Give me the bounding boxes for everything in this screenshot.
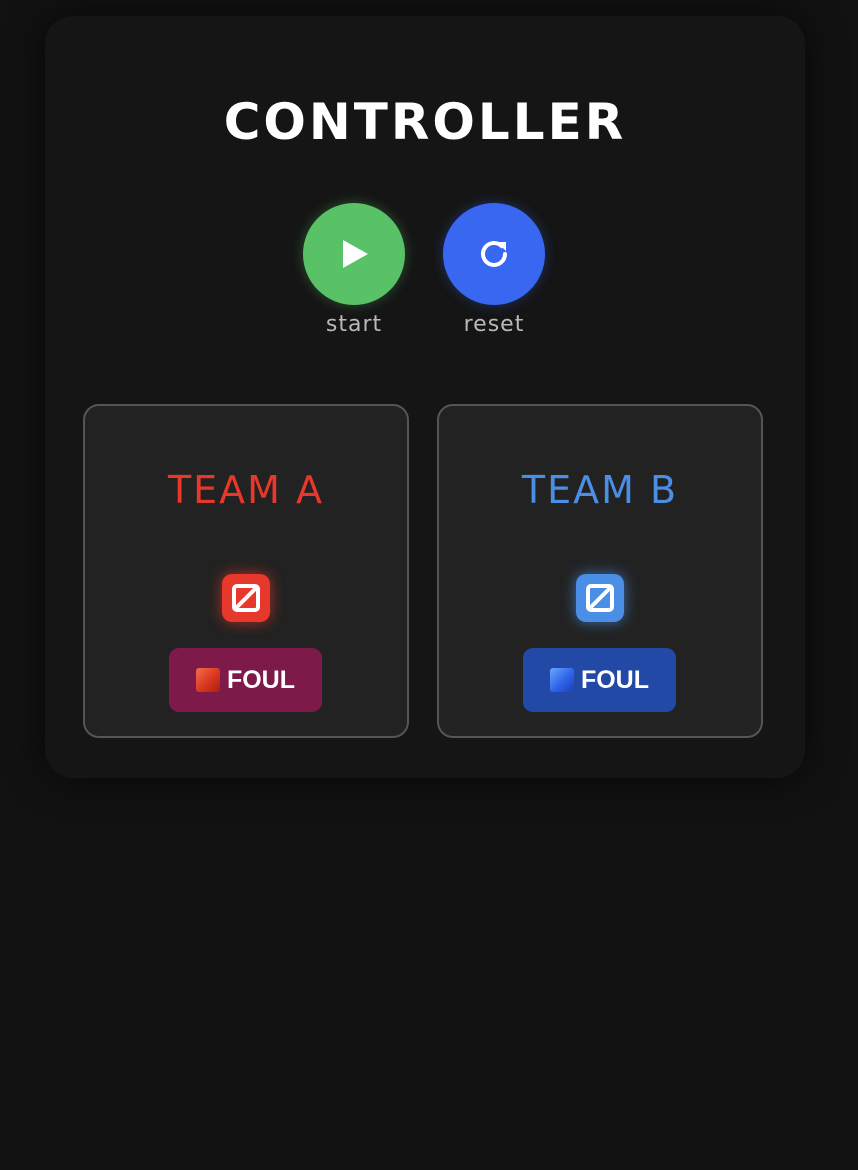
start-button[interactable] <box>303 203 405 305</box>
team-a-name: TEAM A <box>167 468 325 512</box>
start-label: start <box>325 312 383 337</box>
refresh-icon <box>481 240 507 267</box>
team-b-foul-button[interactable]: FOUL <box>523 648 676 712</box>
reset-label: reset <box>463 312 525 337</box>
team-a-foul-button[interactable]: FOUL <box>169 648 322 712</box>
team-a-foul-label: FOUL <box>226 666 296 694</box>
team-b-score-badge: 0 <box>576 574 624 622</box>
reset-control: reset <box>443 203 545 339</box>
red-square-icon <box>195 668 220 692</box>
team-b-foul-label: FOUL <box>580 666 650 694</box>
team-a-card: TEAM A 0 FOUL <box>83 404 409 738</box>
team-b-card: TEAM B 0 FOUL <box>437 404 763 738</box>
play-icon <box>343 240 368 268</box>
page-title: CONTROLLER <box>223 93 627 151</box>
team-b-score: 0 <box>576 574 624 622</box>
team-a-score: 0 <box>222 574 270 622</box>
team-a-score-badge: 0 <box>222 574 270 622</box>
controller-panel: CONTROLLER start reset TEAM A 0 <box>45 16 805 778</box>
start-control: start <box>303 203 405 339</box>
team-b-name: TEAM B <box>521 468 679 512</box>
reset-button[interactable] <box>443 203 545 305</box>
blue-square-icon <box>549 668 574 692</box>
